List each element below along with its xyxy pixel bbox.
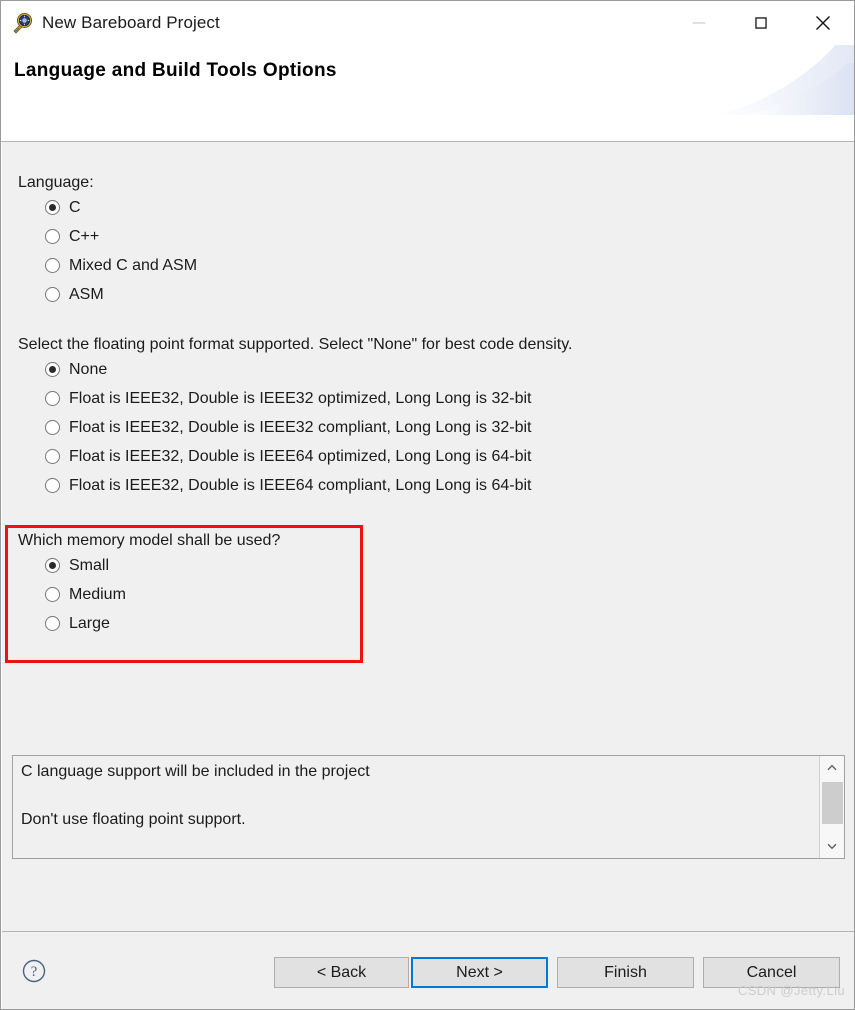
radio-c[interactable] [45, 200, 60, 215]
dialog-window: New Bareboard Project Language and Build… [0, 0, 855, 1010]
description-scrollbar[interactable] [819, 756, 844, 858]
radio-mem-medium[interactable] [45, 587, 60, 602]
radio-fp-ieee64-comp-64[interactable] [45, 478, 60, 493]
radio-label-mixed-c-asm: Mixed C and ASM [69, 256, 198, 274]
radio-row-fp-ieee32-opt-32[interactable]: Float is IEEE32, Double is IEEE32 optimi… [18, 384, 573, 413]
help-icon[interactable]: ? [21, 958, 47, 984]
radio-asm[interactable] [45, 287, 60, 302]
window-title: New Bareboard Project [42, 13, 220, 32]
radio-row-c[interactable]: C [18, 193, 197, 222]
dialog-footer: ? < Back Next > Finish Cancel CSDN @Jett… [2, 932, 854, 1009]
radio-row-mem-large[interactable]: Large [18, 609, 280, 638]
radio-cpp[interactable] [45, 229, 60, 244]
radio-label-cpp: C++ [69, 227, 100, 245]
scrollbar-thumb[interactable] [822, 782, 843, 824]
radio-mixed-c-asm[interactable] [45, 258, 60, 273]
description-line-2: Don't use floating point support. [21, 811, 246, 828]
minimize-icon[interactable] [668, 1, 730, 45]
bareboard-project-icon [10, 11, 34, 35]
radio-row-mem-small[interactable]: Small [18, 551, 280, 580]
group-floating-point: Select the floating point format support… [18, 335, 573, 500]
page-title: Language and Build Tools Options [14, 60, 337, 81]
wizard-header: Language and Build Tools Options [2, 45, 854, 142]
watermark: CSDN @Jetty.Liu [737, 983, 845, 998]
radio-label-mem-medium: Medium [69, 585, 126, 603]
radio-label-c: C [69, 198, 81, 216]
radio-mem-small[interactable] [45, 558, 60, 573]
radio-fp-ieee64-opt-64[interactable] [45, 449, 60, 464]
radio-row-mixed-c-asm[interactable]: Mixed C and ASM [18, 251, 197, 280]
radio-label-fp-ieee64-opt-64: Float is IEEE32, Double is IEEE64 optimi… [69, 447, 532, 465]
window-controls [668, 1, 854, 45]
finish-button[interactable]: Finish [557, 957, 694, 988]
description-line-1: C language support will be included in t… [21, 763, 370, 780]
radio-label-fp-ieee32-opt-32: Float is IEEE32, Double is IEEE32 optimi… [69, 389, 532, 407]
radio-fp-none[interactable] [45, 362, 60, 377]
group-label-floating-point: Select the floating point format support… [18, 336, 573, 353]
group-language: Language: C C++ Mixed C and ASM ASM [18, 173, 197, 309]
close-icon[interactable] [792, 1, 854, 45]
header-decoration [715, 45, 854, 115]
group-label-memory-model: Which memory model shall be used? [18, 532, 281, 549]
radio-label-fp-ieee32-comp-32: Float is IEEE32, Double is IEEE32 compli… [69, 418, 532, 436]
radio-mem-large[interactable] [45, 616, 60, 631]
radio-row-fp-ieee64-opt-64[interactable]: Float is IEEE32, Double is IEEE64 optimi… [18, 442, 573, 471]
description-panel: C language support will be included in t… [12, 755, 845, 859]
svg-text:?: ? [31, 964, 37, 980]
radio-row-cpp[interactable]: C++ [18, 222, 197, 251]
chevron-down-icon[interactable] [820, 834, 844, 858]
maximize-icon[interactable] [730, 1, 792, 45]
radio-row-fp-ieee32-comp-32[interactable]: Float is IEEE32, Double is IEEE32 compli… [18, 413, 573, 442]
radio-label-mem-small: Small [69, 556, 110, 574]
title-bar: New Bareboard Project [1, 1, 854, 45]
radio-row-asm[interactable]: ASM [18, 280, 197, 309]
radio-label-asm: ASM [69, 285, 104, 303]
radio-label-fp-ieee64-comp-64: Float is IEEE32, Double is IEEE64 compli… [69, 476, 532, 494]
next-button[interactable]: Next > [411, 957, 548, 988]
radio-label-mem-large: Large [69, 614, 110, 632]
radio-fp-ieee32-opt-32[interactable] [45, 391, 60, 406]
radio-label-fp-none: None [69, 360, 108, 378]
group-memory-model: Which memory model shall be used? Small … [18, 531, 280, 638]
back-button[interactable]: < Back [274, 957, 409, 988]
radio-row-fp-ieee64-comp-64[interactable]: Float is IEEE32, Double is IEEE64 compli… [18, 471, 573, 500]
group-label-language: Language: [18, 174, 94, 191]
chevron-up-icon[interactable] [820, 756, 844, 780]
radio-row-mem-medium[interactable]: Medium [18, 580, 280, 609]
radio-fp-ieee32-comp-32[interactable] [45, 420, 60, 435]
radio-row-fp-none[interactable]: None [18, 355, 573, 384]
description-text: C language support will be included in t… [21, 761, 810, 831]
